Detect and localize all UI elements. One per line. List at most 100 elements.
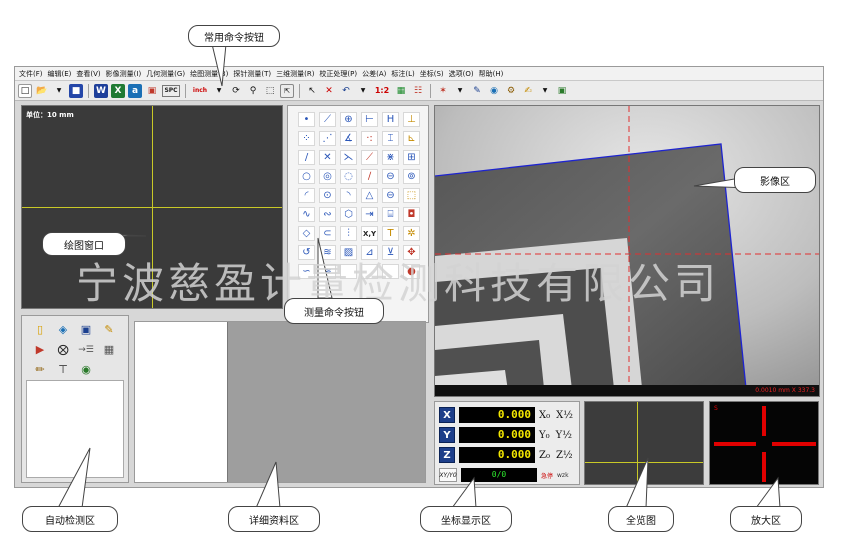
move-icon[interactable]: ⇥ [361, 207, 378, 222]
drawing-window[interactable]: 单位：10 mm [21, 105, 283, 309]
zoom-measure-icon[interactable]: ⊕ [340, 112, 357, 127]
text-icon[interactable]: T [382, 226, 399, 241]
arc-fit-icon[interactable]: ◝ [340, 188, 357, 203]
report-run-icon[interactable]: ◉ [78, 362, 94, 377]
grid-view-icon[interactable]: ▦ [101, 342, 117, 357]
auto-detect-list[interactable] [26, 380, 124, 478]
rotate-tool-icon[interactable]: ↺ [298, 245, 315, 260]
ring-icon[interactable]: ⊙ [319, 188, 336, 203]
ellipse-icon[interactable]: ⊖ [382, 188, 399, 203]
menu-item[interactable]: 公差(A) [362, 69, 386, 79]
rotate-icon[interactable]: ⟳ [229, 84, 243, 98]
tolerance-icon[interactable]: ⊤ [55, 362, 71, 377]
menu-item[interactable]: 坐标(S) [420, 69, 444, 79]
x-half-button[interactable]: X½ [556, 410, 573, 421]
contour-icon[interactable]: ≈ [319, 264, 336, 279]
camera-icon[interactable]: ▣ [78, 322, 94, 337]
save-icon[interactable]: ■ [69, 83, 83, 98]
zoom-icon[interactable]: ⚲ [246, 84, 260, 98]
probe-icon[interactable]: ✶ [436, 84, 450, 98]
pointer-icon[interactable]: ↖ [305, 84, 319, 98]
stop-icon[interactable]: ⨂ [55, 342, 71, 357]
symmetry-icon[interactable]: ⫶ [340, 226, 357, 241]
z-axis-button[interactable]: Z [439, 447, 455, 463]
edit-list-icon[interactable]: ✏ [32, 362, 48, 377]
select-area-icon[interactable]: ⬚ [263, 84, 277, 98]
notes-icon[interactable]: ✍ [521, 84, 535, 98]
hatch-icon[interactable]: ▨ [340, 245, 357, 260]
circle-fit-icon[interactable]: ◎ [319, 169, 336, 184]
xy-toggle-button[interactable]: XY/Y0 [439, 468, 457, 482]
excel-export-icon[interactable]: X [111, 83, 125, 98]
dropdown-arrow-icon[interactable]: ▼ [453, 84, 467, 98]
z-zero-button[interactable]: Z₀ [539, 450, 550, 461]
intersection-icon[interactable]: ✕ [319, 150, 336, 165]
image-area[interactable]: 0.0010 mm X 337.3 [434, 105, 820, 397]
report-icon[interactable]: a [128, 83, 142, 98]
underline-icon[interactable]: ⊻ [382, 245, 399, 260]
bulb-icon[interactable]: ✲ [403, 226, 420, 241]
column-icon[interactable]: ☷ [411, 84, 425, 98]
cross-angle-icon[interactable]: ⋇ [382, 150, 399, 165]
curve-icon[interactable]: ∿ [298, 207, 315, 222]
angle-icon[interactable]: ∡ [340, 131, 357, 146]
circle-center-icon[interactable]: ⊖ [382, 169, 399, 184]
y-axis-button[interactable]: Y [439, 427, 455, 443]
tangent-icon[interactable]: ∕ [361, 169, 378, 184]
distance-icon[interactable]: ⊢ [361, 112, 378, 127]
parallel-icon[interactable]: ⌶ [382, 131, 399, 146]
dropdown-arrow-icon[interactable]: ▼ [212, 84, 226, 98]
edit-document-icon[interactable]: ✎ [470, 84, 484, 98]
region-icon[interactable]: ⬡ [340, 207, 357, 222]
circle-3pt-icon[interactable]: ◌ [340, 169, 357, 184]
blank-tool[interactable] [340, 264, 357, 279]
pdf-export-icon[interactable]: ▣ [145, 84, 159, 98]
stop-tool-icon[interactable]: ● [403, 264, 420, 279]
menu-item[interactable]: 文件(F) [19, 69, 43, 79]
globe-icon[interactable]: ◉ [487, 84, 501, 98]
point-distance-icon[interactable]: ·: [361, 131, 378, 146]
profile-icon[interactable]: ≋ [319, 245, 336, 260]
point-icon[interactable]: • [298, 112, 315, 127]
new-program-icon[interactable]: ▯ [32, 322, 48, 337]
undo-icon[interactable]: ↶ [339, 84, 353, 98]
move-cross-icon[interactable]: ✥ [403, 245, 420, 260]
word-export-icon[interactable]: W [94, 83, 108, 98]
emergency-stop-button[interactable]: 急停 [541, 471, 553, 480]
circle-icon[interactable]: ○ [298, 169, 315, 184]
slope-icon[interactable]: ⟋ [361, 150, 378, 165]
menu-item[interactable]: 编辑(E) [48, 69, 72, 79]
menu-item[interactable]: 影像测量(I) [106, 69, 142, 79]
grid-icon[interactable]: ▦ [394, 84, 408, 98]
width-icon[interactable]: H [382, 112, 399, 127]
magnify-panel[interactable]: S [709, 401, 819, 485]
menu-item[interactable]: 选项(O) [449, 69, 474, 79]
z-half-button[interactable]: Z½ [556, 450, 573, 461]
settings-icon[interactable]: ⚙ [504, 84, 518, 98]
spc-button[interactable]: SPC [162, 84, 180, 97]
run-icon[interactable]: ▶ [32, 342, 48, 357]
chain-icon[interactable]: ∾ [319, 207, 336, 222]
image-capture-icon[interactable]: ▣ [555, 84, 569, 98]
x-zero-button[interactable]: X₀ [539, 410, 550, 421]
rect-fit-icon[interactable]: ⌸ [382, 207, 399, 222]
step-icon[interactable]: →☰ [78, 342, 94, 357]
edit-program-icon[interactable]: ✎ [101, 322, 117, 337]
menu-item[interactable]: 查看(V) [76, 69, 100, 79]
menu-item[interactable]: 三维测量(R) [276, 69, 314, 79]
new-file-icon[interactable]: □ [18, 83, 32, 98]
open-file-icon[interactable]: 📂 [35, 84, 49, 98]
line-icon[interactable]: ⋰ [319, 131, 336, 146]
menu-item[interactable]: 校正处理(P) [319, 69, 357, 79]
triangle-icon[interactable]: △ [361, 188, 378, 203]
menu-item[interactable]: 探针测量(T) [233, 69, 271, 79]
key-point-icon[interactable]: ◘ [403, 207, 420, 222]
edge-find-icon[interactable]: ⊿ [361, 245, 378, 260]
menu-item[interactable]: 标注(L) [391, 69, 414, 79]
delete-icon[interactable]: ✕ [322, 84, 336, 98]
dropdown-arrow-icon[interactable]: ▼ [356, 84, 370, 98]
perpendicular-icon[interactable]: ⊾ [403, 131, 420, 146]
detail-data-panel[interactable] [134, 321, 426, 483]
menu-item[interactable]: 几何测量(G) [146, 69, 185, 79]
scale-button[interactable]: 1:2 [373, 84, 391, 98]
